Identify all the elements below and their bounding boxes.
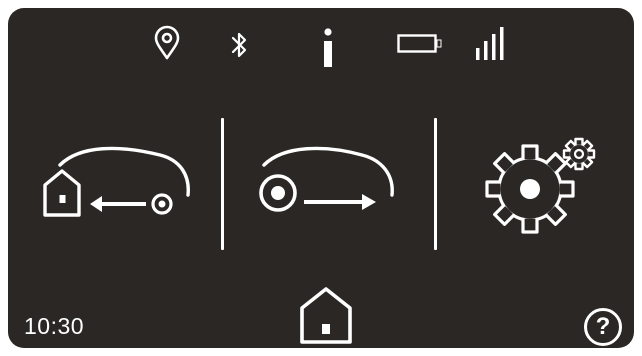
help-button[interactable]: ? [584, 308, 622, 346]
location-pin-icon[interactable] [154, 25, 180, 60]
mower-return-home-icon [43, 146, 190, 217]
mower-start-button[interactable] [254, 143, 404, 223]
home-button[interactable] [298, 286, 354, 346]
settings-button[interactable] [480, 133, 604, 234]
mower-park-home-button[interactable] [40, 143, 200, 223]
menu-divider-left [221, 118, 224, 250]
mower-display-screen: 10:30 ? [8, 8, 634, 348]
info-icon[interactable] [321, 28, 335, 68]
settings-gears-icon [485, 137, 596, 234]
mower-drive-out-icon [259, 146, 394, 212]
menu-divider-right [434, 118, 437, 250]
home-icon [300, 287, 352, 344]
help-label: ? [595, 313, 611, 340]
bluetooth-icon[interactable] [230, 30, 248, 60]
signal-strength-icon [474, 24, 510, 62]
clock-time: 10:30 [24, 313, 85, 339]
battery-icon [397, 34, 443, 54]
